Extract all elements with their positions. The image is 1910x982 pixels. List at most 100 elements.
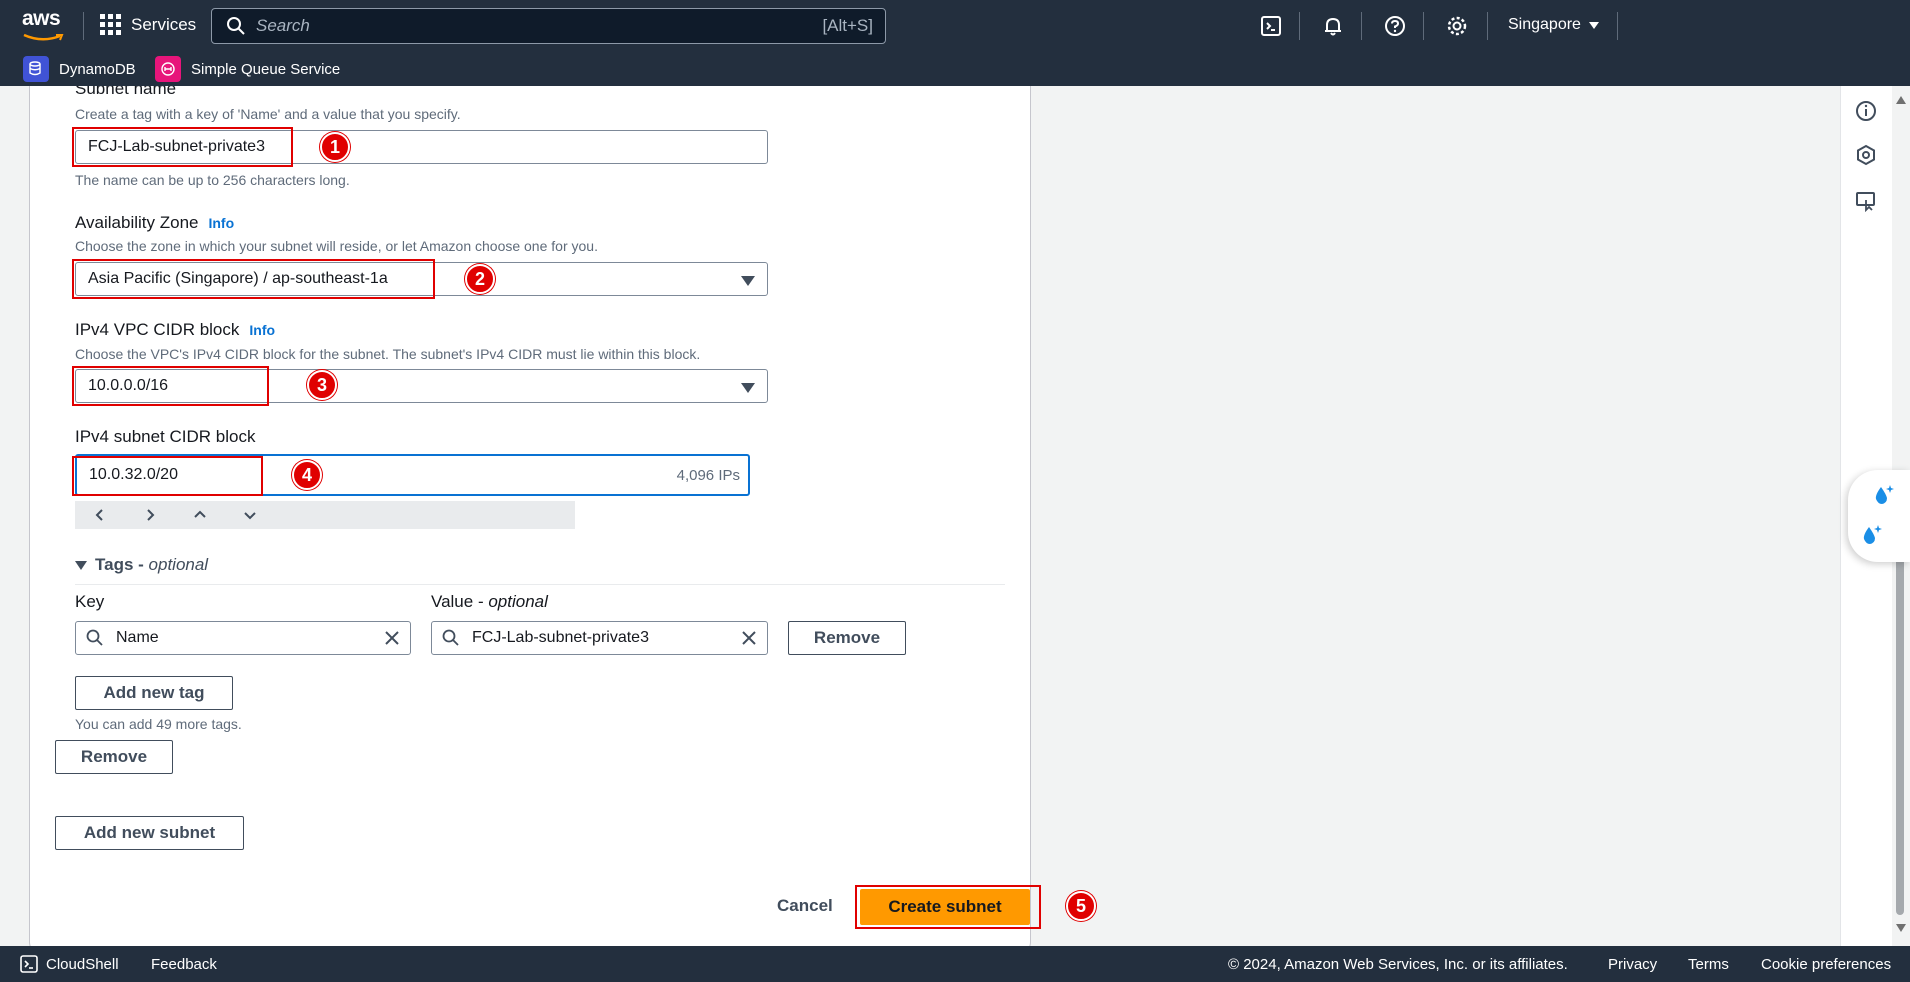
services-menu[interactable]: Services (100, 14, 196, 35)
search-shortcut: [Alt+S] (822, 16, 873, 35)
annotation-number-2: 2 (465, 264, 495, 294)
main-content: Subnet name Create a tag with a key of '… (0, 86, 1840, 946)
vpc-cidr-label-row: IPv4 VPC CIDR block Info (75, 320, 275, 340)
annotation-box-1 (72, 127, 293, 167)
close-icon[interactable] (739, 628, 759, 648)
tags-section-toggle[interactable]: Tags - optional (75, 555, 208, 575)
subnet-name-description: Create a tag with a key of 'Name' and a … (75, 106, 461, 122)
scroll-up-icon[interactable] (1896, 96, 1906, 104)
nav-separator (1487, 12, 1488, 40)
info-icon[interactable] (1855, 100, 1877, 122)
tags-divider (75, 584, 1005, 585)
gear-icon[interactable] (1445, 14, 1469, 38)
vpc-cidr-description: Choose the VPC's IPv4 CIDR block for the… (75, 346, 701, 362)
droplet-sparkle-icon[interactable] (1858, 522, 1884, 548)
sqs-icon (155, 56, 181, 82)
tag-value-header: Value - optional (431, 592, 548, 612)
vpc-cidr-info-link[interactable]: Info (249, 322, 275, 338)
caret-down-icon (741, 276, 755, 286)
terms-link[interactable]: Terms (1688, 956, 1729, 973)
nav-separator (1299, 12, 1300, 40)
chevron-right-icon[interactable] (125, 501, 175, 529)
grid-icon (100, 14, 121, 35)
tag-value-value: FCJ-Lab-subnet-private3 (472, 629, 649, 646)
subnet-cidr-label: IPv4 subnet CIDR block (75, 427, 256, 446)
cidr-stepper (75, 501, 575, 529)
annotation-box-3 (72, 366, 269, 406)
subnet-name-label: Subnet name (75, 86, 177, 98)
tags-remaining-text: You can add 49 more tags. (75, 716, 242, 732)
chevron-left-icon[interactable] (75, 501, 125, 529)
chevron-up-icon[interactable] (175, 501, 225, 529)
console-footer: CloudShell Feedback © 2024, Amazon Web S… (0, 946, 1910, 982)
tags-title-text: Tags - (95, 555, 149, 574)
tag-value-input[interactable]: FCJ-Lab-subnet-private3 (431, 621, 768, 655)
subnet-name-constraint: The name can be up to 256 characters lon… (75, 172, 350, 188)
tag-key-value: Name (116, 629, 159, 646)
cancel-button[interactable]: Cancel (777, 896, 833, 916)
remove-subnet-button[interactable]: Remove (55, 740, 173, 774)
cloudshell-icon[interactable] (1259, 14, 1283, 38)
bell-icon[interactable] (1321, 14, 1345, 38)
az-label-row: Availability Zone Info (75, 213, 234, 233)
add-new-tag-button[interactable]: Add new tag (75, 676, 233, 710)
cloudshell-icon[interactable] (20, 955, 38, 973)
search-icon (86, 629, 103, 646)
services-label: Services (131, 14, 197, 34)
search-bar[interactable]: [Alt+S] (211, 8, 886, 44)
hexagon-icon[interactable] (1855, 144, 1877, 166)
favorites-bar: DynamoDB Simple Queue Service (0, 52, 1910, 86)
annotation-number-5: 5 (1066, 891, 1096, 921)
annotation-number-3: 3 (307, 370, 337, 400)
privacy-link[interactable]: Privacy (1608, 956, 1657, 973)
tags-optional-text: optional (148, 555, 209, 574)
screen-cursor-icon[interactable] (1855, 190, 1877, 212)
chevron-down-icon[interactable] (225, 501, 275, 529)
caret-down-icon (75, 560, 87, 570)
tags-section-title: Tags - optional (95, 555, 208, 575)
scrollbar-thumb[interactable] (1896, 510, 1904, 915)
add-new-subnet-button[interactable]: Add new subnet (55, 816, 244, 850)
search-icon (227, 17, 245, 35)
favorite-label: DynamoDB (59, 60, 136, 78)
caret-down-icon (741, 383, 755, 393)
nav-separator (1423, 12, 1424, 40)
favorite-dynamodb[interactable]: DynamoDB (23, 56, 136, 82)
cloudshell-link[interactable]: CloudShell (46, 956, 119, 973)
cookie-preferences-link[interactable]: Cookie preferences (1761, 956, 1891, 973)
vpc-cidr-label: IPv4 VPC CIDR block (75, 320, 240, 339)
az-info-link[interactable]: Info (208, 215, 234, 231)
region-selector[interactable]: Singapore (1508, 16, 1599, 34)
nav-separator (83, 12, 84, 40)
help-icon[interactable] (1383, 14, 1407, 38)
tag-value-header-text: Value - (431, 592, 489, 611)
annotation-box-5 (855, 885, 1041, 929)
aws-logo-text: aws (22, 7, 61, 30)
dynamodb-icon (23, 56, 49, 82)
az-label: Availability Zone (75, 213, 199, 232)
favorite-sqs[interactable]: Simple Queue Service (155, 56, 340, 82)
annotation-number-1: 1 (320, 132, 350, 162)
nav-separator (1361, 12, 1362, 40)
assistant-floater[interactable] (1848, 470, 1910, 562)
aws-logo[interactable]: aws (22, 8, 66, 42)
remove-tag-button[interactable]: Remove (788, 621, 906, 655)
az-description: Choose the zone in which your subnet wil… (75, 238, 598, 254)
droplet-sparkle-icon[interactable] (1870, 482, 1896, 508)
tag-key-input[interactable]: Name (75, 621, 411, 655)
close-icon[interactable] (382, 628, 402, 648)
search-input[interactable] (256, 16, 776, 36)
nav-separator (1617, 12, 1618, 40)
caret-down-icon (1588, 21, 1599, 29)
tag-value-optional: optional (488, 592, 548, 611)
top-navigation: aws Services [Alt+S] Singapore (0, 0, 1910, 52)
annotation-number-4: 4 (292, 460, 322, 490)
annotation-box-4 (72, 456, 263, 496)
feedback-link[interactable]: Feedback (151, 956, 217, 973)
favorite-label: Simple Queue Service (191, 60, 341, 78)
scroll-down-icon[interactable] (1896, 924, 1906, 932)
ip-count-hint: 4,096 IPs (676, 466, 740, 484)
tag-key-header: Key (75, 592, 105, 611)
region-label: Singapore (1508, 16, 1581, 33)
copyright-text: © 2024, Amazon Web Services, Inc. or its… (1228, 956, 1568, 973)
